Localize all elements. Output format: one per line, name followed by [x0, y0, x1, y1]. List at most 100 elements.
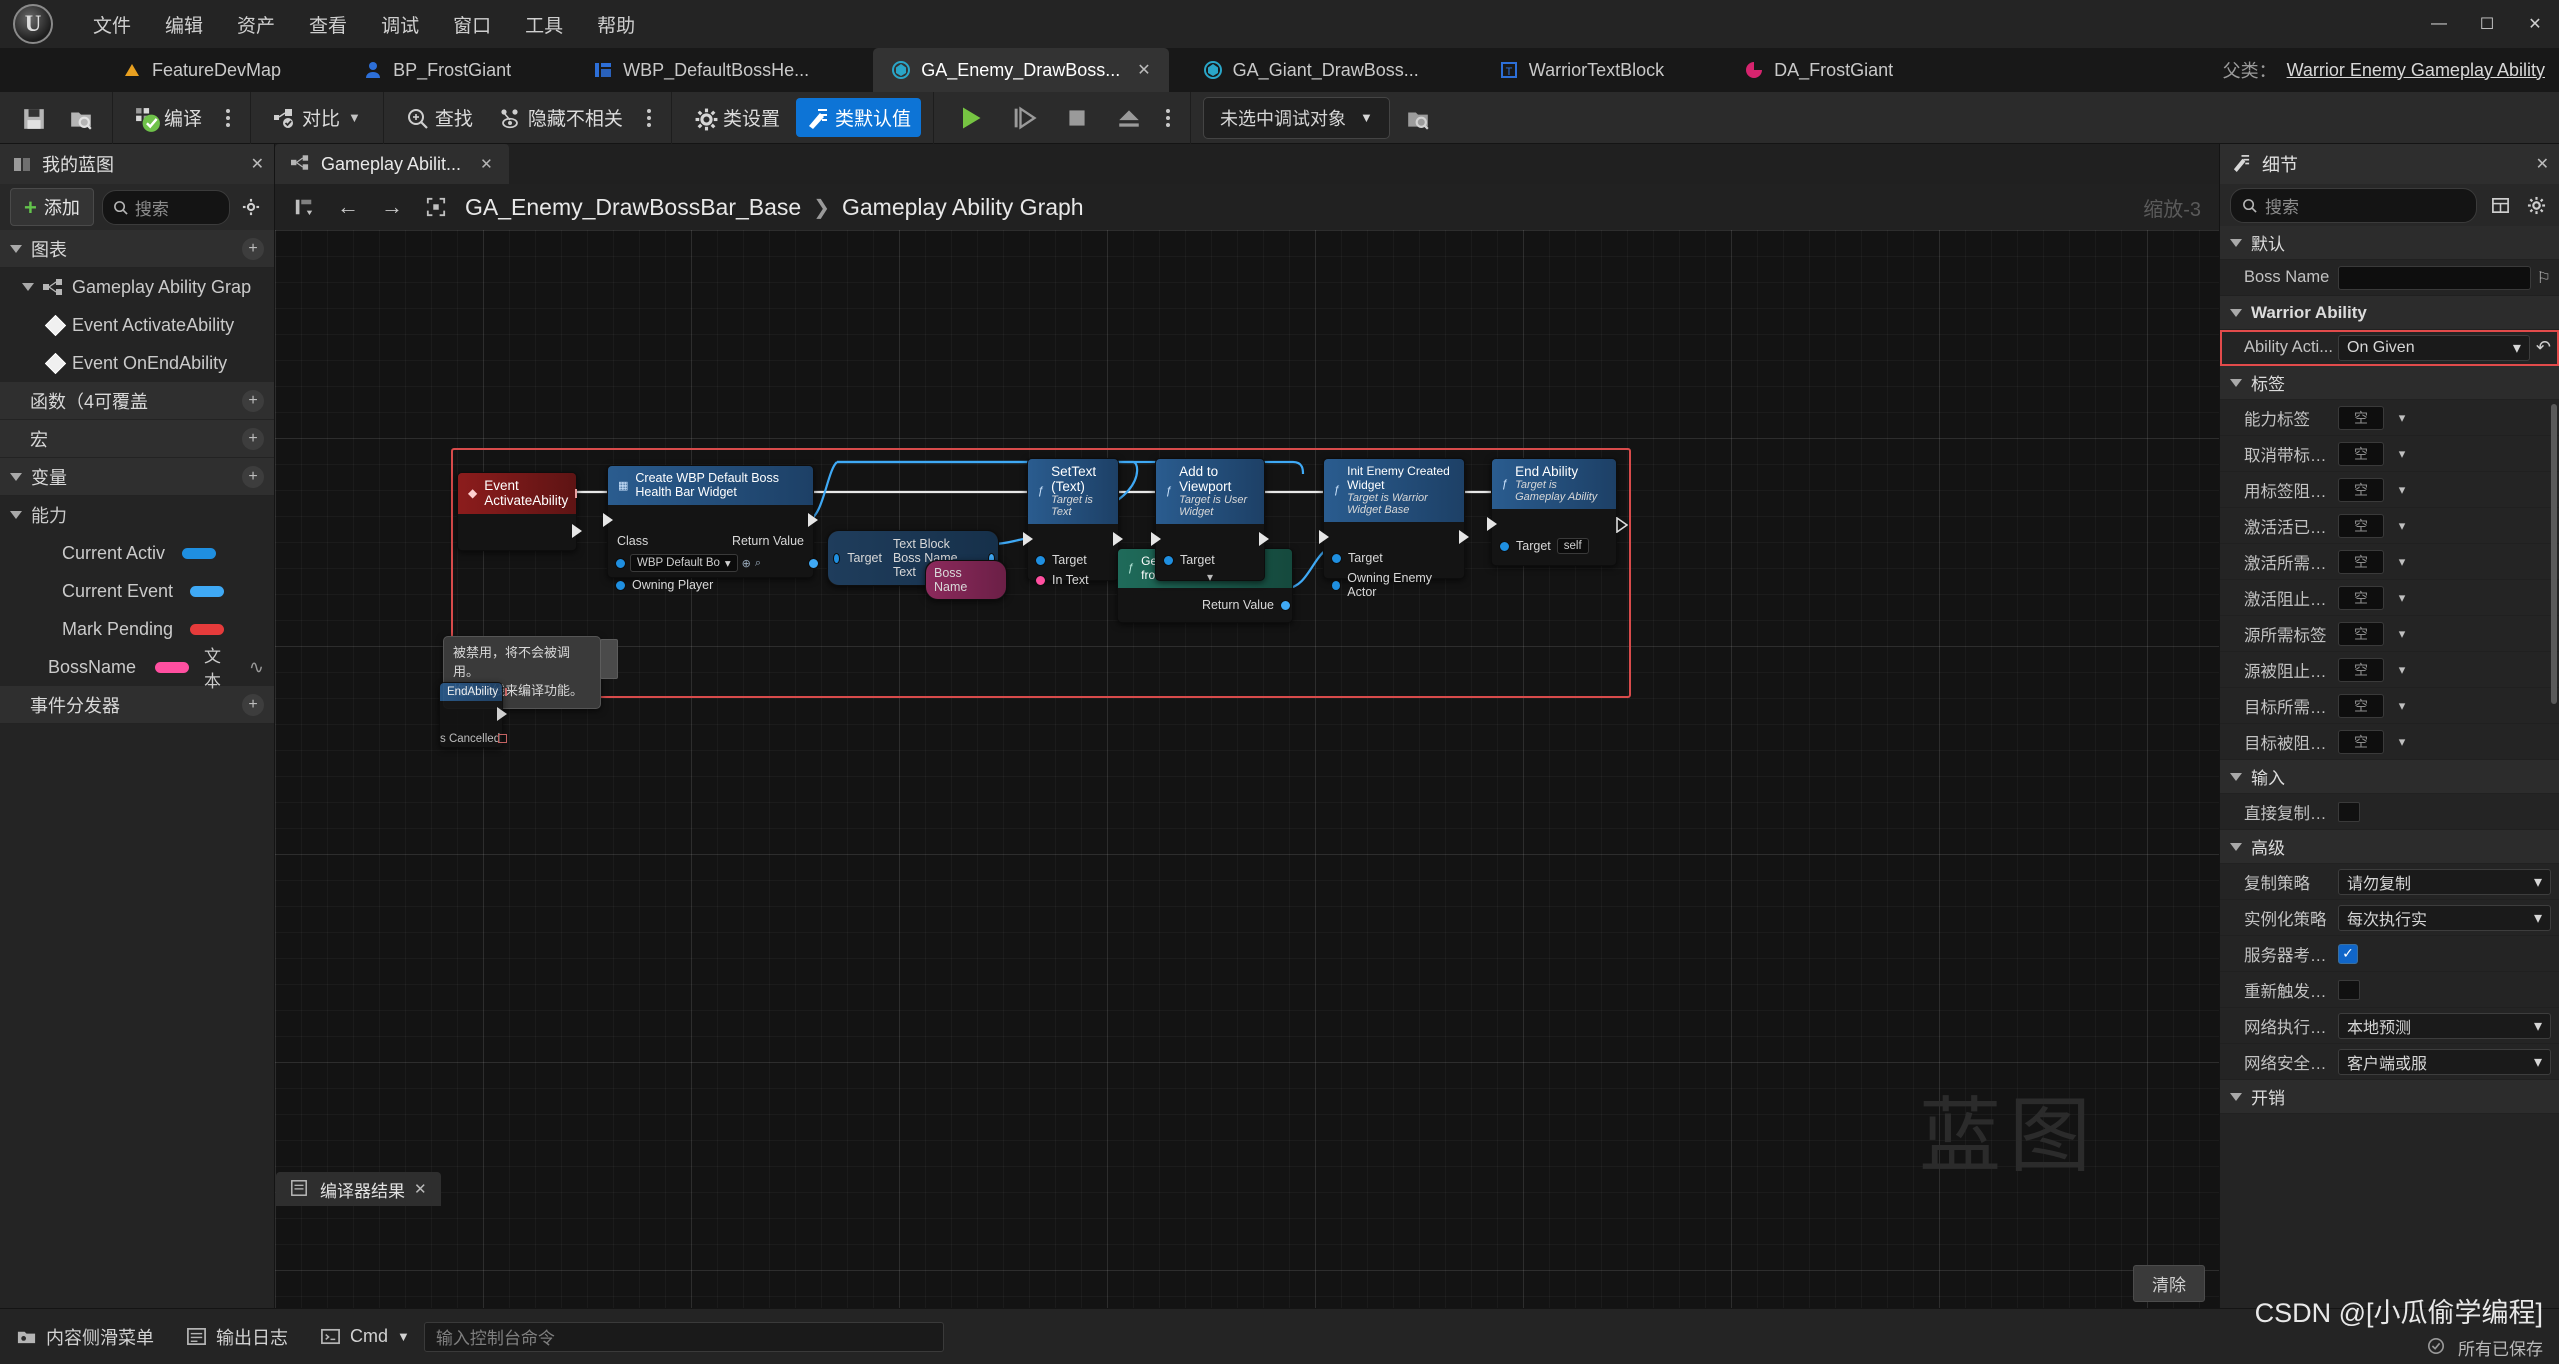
maximize-button[interactable]: ☐	[2463, 0, 2511, 48]
stop-button[interactable]	[1054, 99, 1100, 137]
variable-eye-icon[interactable]: ∿	[249, 657, 264, 678]
tag-value[interactable]: 空	[2338, 513, 2384, 538]
hide-unrelated-button[interactable]: 隐藏不相关	[489, 98, 633, 137]
tree-item-event-activateability[interactable]: Event ActivateAbility	[0, 306, 274, 344]
pin-target[interactable]	[833, 552, 841, 564]
play-button[interactable]	[946, 98, 994, 138]
breadcrumb-leaf[interactable]: Gameplay Ability Graph	[842, 194, 1084, 221]
class-value-dropdown[interactable]: WBP Default Bo ▾	[630, 554, 738, 572]
details-section-default[interactable]: 默认	[2220, 226, 2559, 260]
node-collapse-icon[interactable]	[575, 488, 578, 498]
tree-item-gameplay-ability-graph[interactable]: Gameplay Ability Grap	[0, 268, 274, 306]
eject-button[interactable]	[1106, 99, 1152, 137]
close-icon[interactable]: ✕	[2536, 154, 2549, 174]
chevron-down-icon[interactable]: ▾	[2390, 554, 2414, 570]
pin-exec-out-hollow[interactable]	[1616, 516, 1629, 536]
pin-return-value[interactable]	[808, 558, 819, 569]
details-row-activation-blocked-tags[interactable]: 激活阻止标... 空 ▾	[2220, 580, 2559, 616]
status-right[interactable]: 所有已保存	[2427, 1335, 2543, 1360]
chevron-down-icon[interactable]: ▾	[2390, 518, 2414, 534]
details-row-cancel-tags[interactable]: 取消带标签... 空 ▾	[2220, 436, 2559, 472]
add-button[interactable]: + 添加	[10, 188, 94, 226]
pin-exec-in[interactable]	[1319, 530, 1329, 544]
zoom-to-fit-button[interactable]	[421, 192, 451, 222]
pin-exec-in[interactable]	[1023, 532, 1033, 546]
boss-name-input[interactable]	[2338, 265, 2531, 290]
details-row-boss-name[interactable]: Boss Name ⚐	[2220, 260, 2559, 296]
back-button[interactable]: ←	[333, 192, 363, 222]
class-defaults-button[interactable]: 类默认值	[795, 98, 921, 137]
details-row-retrigger[interactable]: 重新触发实...	[2220, 972, 2559, 1008]
node-event-activate-ability[interactable]: ◆ Event ActivateAbility	[457, 472, 582, 551]
class-settings-button[interactable]: 类设置	[684, 98, 790, 137]
instancing-policy-dropdown[interactable]: 每次执行实 ▾	[2338, 904, 2551, 931]
tab-wbp-defaultbosshe[interactable]: WBP_DefaultBossHe...	[575, 48, 827, 92]
output-log-button[interactable]: 输出日志	[170, 1309, 304, 1364]
pin-target[interactable]	[1499, 540, 1510, 552]
tab-warriortextblock[interactable]: T WarriorTextBlock	[1481, 48, 1682, 92]
section-graphs[interactable]: 图表 +	[0, 230, 274, 268]
node-init-enemy-created-widget[interactable]: ƒ Init Enemy Created Widget Target is Wa…	[1319, 458, 1469, 599]
node-variable-boss-name[interactable]: Boss Name	[925, 560, 1007, 600]
details-row-activation-owned-tags[interactable]: 激活活已拥有 空 ▾	[2220, 508, 2559, 544]
add-graph-button[interactable]: +	[242, 237, 264, 260]
tree-item-current-activation[interactable]: Current Activ	[0, 534, 274, 572]
browse-content-button[interactable]	[59, 101, 100, 134]
details-section-advanced[interactable]: 高级	[2220, 830, 2559, 864]
details-row-net-execution-policy[interactable]: 网络执行策... 本地预测 ▾	[2220, 1008, 2559, 1044]
details-row-ability-tags[interactable]: 能力标签 空 ▾	[2220, 400, 2559, 436]
details-row-server-respects[interactable]: 服务器考虑... ✓	[2220, 936, 2559, 972]
details-row-replication-policy[interactable]: 复制策略 请勿复制 ▾	[2220, 864, 2559, 900]
details-row-block-tags[interactable]: 用标签阻止... 空 ▾	[2220, 472, 2559, 508]
retrigger-swatch[interactable]	[2338, 979, 2360, 1000]
close-icon[interactable]: ✕	[1137, 60, 1150, 80]
close-icon[interactable]: ✕	[480, 155, 493, 173]
details-section-cost[interactable]: 开销	[2220, 1080, 2559, 1114]
pin-exec-out[interactable]	[1259, 532, 1269, 546]
menu-item-file[interactable]: 文件	[76, 5, 148, 44]
compile-button[interactable]: 编译	[125, 98, 212, 137]
target-value[interactable]: self	[1556, 538, 1589, 554]
details-row-instancing-policy[interactable]: 实例化策略 每次执行实 ▾	[2220, 900, 2559, 936]
details-row-source-blocked-tags[interactable]: 源被阻止标... 空 ▾	[2220, 652, 2559, 688]
pin-target[interactable]	[1035, 554, 1046, 566]
chevron-down-icon[interactable]: ▾	[2390, 734, 2414, 750]
pin-in-text[interactable]	[1035, 574, 1046, 586]
details-row-net-security-policy[interactable]: 网络安全策... 客户端或服 ▾	[2220, 1044, 2559, 1080]
tag-value[interactable]: 空	[2338, 621, 2384, 646]
close-icon[interactable]: ✕	[251, 154, 264, 174]
tab-ga-giant-drawboss[interactable]: GA_Giant_DrawBoss...	[1185, 48, 1437, 92]
menu-item-tools[interactable]: 工具	[508, 5, 580, 44]
chevron-down-icon[interactable]: ▾	[2390, 410, 2414, 426]
diff-button[interactable]: 对比 ▼	[263, 98, 371, 137]
compile-options-kebab[interactable]	[218, 103, 238, 133]
pin-class[interactable]	[615, 557, 626, 569]
blueprint-graph-canvas[interactable]: ◆ Event ActivateAbility ▦ Create WBP Def…	[275, 230, 2219, 1308]
add-event-dispatcher-button[interactable]: +	[242, 693, 264, 716]
minimize-button[interactable]: —	[2415, 0, 2463, 48]
tag-value[interactable]: 空	[2338, 585, 2384, 610]
my-blueprint-settings-button[interactable]	[238, 194, 264, 220]
tag-value[interactable]: 空	[2338, 477, 2384, 502]
node-settext[interactable]: ƒ SetText (Text) Target is Text Target I…	[1023, 458, 1123, 587]
pin-exec-in[interactable]	[1487, 517, 1497, 531]
unreal-logo-icon[interactable]: U	[0, 0, 66, 48]
pin-owning-player[interactable]	[615, 579, 626, 591]
console-command-input[interactable]: 输入控制台命令	[423, 1321, 944, 1352]
close-icon[interactable]: ✕	[414, 1180, 427, 1198]
browse-class-icon[interactable]: ⊕	[742, 557, 751, 570]
details-section-tags[interactable]: 标签	[2220, 366, 2559, 400]
net-security-policy-dropdown[interactable]: 客户端或服 ▾	[2338, 1048, 2551, 1075]
graph-view-mode-button[interactable]	[289, 192, 319, 222]
section-variables[interactable]: 变量 +	[0, 458, 274, 496]
details-row-ability-activation[interactable]: Ability Acti... On Given ▾ ↶	[2220, 330, 2559, 366]
pin-exec-out[interactable]	[808, 513, 818, 527]
add-variable-button[interactable]: +	[242, 465, 264, 488]
section-event-dispatchers[interactable]: 事件分发器 +	[0, 686, 274, 724]
chevron-down-icon[interactable]: ▾	[2390, 446, 2414, 462]
pin-exec-out[interactable]	[1113, 532, 1123, 546]
details-row-target-blocked-tags[interactable]: 目标被阻止... 空 ▾	[2220, 724, 2559, 760]
server-respects-checkbox[interactable]: ✓	[2338, 943, 2358, 964]
my-blueprint-search[interactable]: 搜索	[101, 189, 230, 225]
browse-debug-button[interactable]	[1396, 101, 1437, 134]
